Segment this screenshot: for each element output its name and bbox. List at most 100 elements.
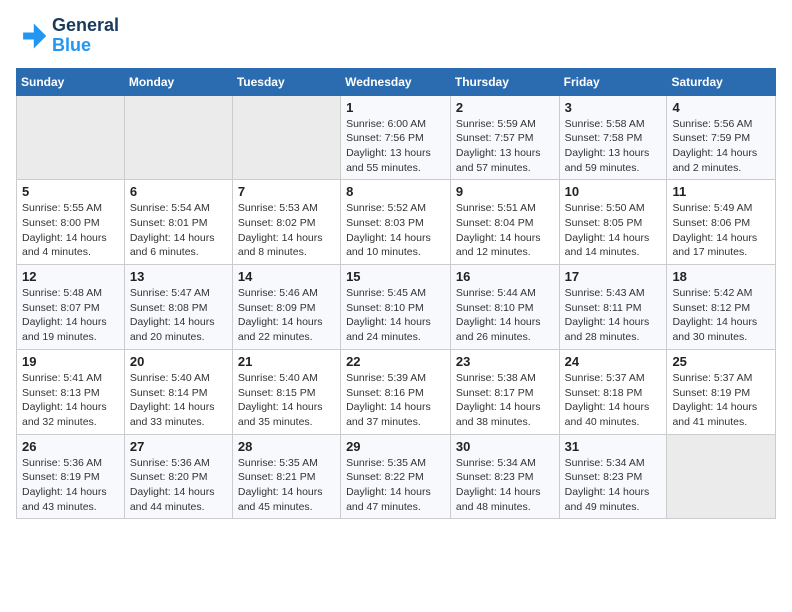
day-number: 26 <box>22 439 119 454</box>
day-info: Sunrise: 5:37 AMSunset: 8:18 PMDaylight:… <box>565 371 662 430</box>
calendar-cell: 27 Sunrise: 5:36 AMSunset: 8:20 PMDayligh… <box>124 434 232 519</box>
day-number: 19 <box>22 354 119 369</box>
weekday-header-sunday: Sunday <box>17 68 125 95</box>
page-header: General Blue <box>16 16 776 56</box>
calendar-cell: 12 Sunrise: 5:48 AMSunset: 8:07 PMDayligh… <box>17 265 125 350</box>
calendar-cell: 20Sunrise: 5:40 AMSunset: 8:14 PMDayligh… <box>124 349 232 434</box>
calendar-cell: 5 Sunrise: 5:55 AMSunset: 8:00 PMDaylight… <box>17 180 125 265</box>
day-info: Sunrise: 5:44 AMSunset: 8:10 PMDaylight:… <box>456 286 554 345</box>
day-number: 18 <box>672 269 770 284</box>
calendar-cell <box>124 95 232 180</box>
day-number: 12 <box>22 269 119 284</box>
calendar-cell: 28 Sunrise: 5:35 AMSunset: 8:21 PMDayligh… <box>232 434 340 519</box>
day-number: 30 <box>456 439 554 454</box>
day-number: 10 <box>565 184 662 199</box>
calendar-week-row: 5 Sunrise: 5:55 AMSunset: 8:00 PMDaylight… <box>17 180 776 265</box>
calendar-cell: 1Sunrise: 6:00 AMSunset: 7:56 PMDaylight… <box>341 95 451 180</box>
day-number: 29 <box>346 439 445 454</box>
day-number: 25 <box>672 354 770 369</box>
day-info: Sunrise: 5:40 AMSunset: 8:14 PMDaylight:… <box>130 371 227 430</box>
calendar-cell: 25 Sunrise: 5:37 AMSunset: 8:19 PMDayligh… <box>667 349 776 434</box>
day-info: Sunrise: 5:53 AMSunset: 8:02 PMDaylight:… <box>238 201 335 260</box>
day-info: Sunrise: 5:42 AMSunset: 8:12 PMDaylight:… <box>672 286 770 345</box>
day-number: 22 <box>346 354 445 369</box>
day-number: 27 <box>130 439 227 454</box>
calendar-cell: 14Sunrise: 5:46 AMSunset: 8:09 PMDayligh… <box>232 265 340 350</box>
day-info: Sunrise: 5:55 AMSunset: 8:00 PMDaylight:… <box>22 201 119 260</box>
calendar-cell <box>667 434 776 519</box>
day-number: 23 <box>456 354 554 369</box>
day-info: Sunrise: 5:49 AMSunset: 8:06 PMDaylight:… <box>672 201 770 260</box>
calendar-cell: 6 Sunrise: 5:54 AMSunset: 8:01 PMDaylight… <box>124 180 232 265</box>
day-number: 9 <box>456 184 554 199</box>
day-number: 2 <box>456 100 554 115</box>
day-info: Sunrise: 5:51 AMSunset: 8:04 PMDaylight:… <box>456 201 554 260</box>
weekday-header-tuesday: Tuesday <box>232 68 340 95</box>
calendar-cell: 21Sunrise: 5:40 AMSunset: 8:15 PMDayligh… <box>232 349 340 434</box>
day-info: Sunrise: 5:47 AMSunset: 8:08 PMDaylight:… <box>130 286 227 345</box>
day-number: 28 <box>238 439 335 454</box>
day-number: 11 <box>672 184 770 199</box>
weekday-header-monday: Monday <box>124 68 232 95</box>
calendar-cell: 29 Sunrise: 5:35 AMSunset: 8:22 PMDayligh… <box>341 434 451 519</box>
calendar-week-row: 12 Sunrise: 5:48 AMSunset: 8:07 PMDayligh… <box>17 265 776 350</box>
day-number: 15 <box>346 269 445 284</box>
day-info: Sunrise: 5:35 AMSunset: 8:21 PMDaylight:… <box>238 456 335 515</box>
day-info: Sunrise: 5:43 AMSunset: 8:11 PMDaylight:… <box>565 286 662 345</box>
day-number: 4 <box>672 100 770 115</box>
weekday-header-wednesday: Wednesday <box>341 68 451 95</box>
calendar-cell: 15 Sunrise: 5:45 AMSunset: 8:10 PMDayligh… <box>341 265 451 350</box>
calendar-cell: 26 Sunrise: 5:36 AMSunset: 8:19 PMDayligh… <box>17 434 125 519</box>
day-info: Sunrise: 5:59 AMSunset: 7:57 PMDaylight:… <box>456 117 554 176</box>
calendar-cell: 13 Sunrise: 5:47 AMSunset: 8:08 PMDayligh… <box>124 265 232 350</box>
day-number: 3 <box>565 100 662 115</box>
day-info: Sunrise: 5:39 AMSunset: 8:16 PMDaylight:… <box>346 371 445 430</box>
calendar-cell: 30Sunrise: 5:34 AMSunset: 8:23 PMDayligh… <box>450 434 559 519</box>
calendar-cell: 7 Sunrise: 5:53 AMSunset: 8:02 PMDaylight… <box>232 180 340 265</box>
calendar-table: SundayMondayTuesdayWednesdayThursdayFrid… <box>16 68 776 520</box>
day-info: Sunrise: 5:36 AMSunset: 8:19 PMDaylight:… <box>22 456 119 515</box>
day-info: Sunrise: 5:41 AMSunset: 8:13 PMDaylight:… <box>22 371 119 430</box>
calendar-week-row: 19 Sunrise: 5:41 AMSunset: 8:13 PMDayligh… <box>17 349 776 434</box>
day-number: 6 <box>130 184 227 199</box>
calendar-cell: 17 Sunrise: 5:43 AMSunset: 8:11 PMDayligh… <box>559 265 667 350</box>
calendar-week-row: 1Sunrise: 6:00 AMSunset: 7:56 PMDaylight… <box>17 95 776 180</box>
day-info: Sunrise: 5:37 AMSunset: 8:19 PMDaylight:… <box>672 371 770 430</box>
weekday-header-saturday: Saturday <box>667 68 776 95</box>
day-info: Sunrise: 5:54 AMSunset: 8:01 PMDaylight:… <box>130 201 227 260</box>
day-info: Sunrise: 5:58 AMSunset: 7:58 PMDaylight:… <box>565 117 662 176</box>
day-info: Sunrise: 5:35 AMSunset: 8:22 PMDaylight:… <box>346 456 445 515</box>
day-number: 24 <box>565 354 662 369</box>
day-info: Sunrise: 6:00 AMSunset: 7:56 PMDaylight:… <box>346 117 445 176</box>
calendar-cell <box>232 95 340 180</box>
calendar-week-row: 26 Sunrise: 5:36 AMSunset: 8:19 PMDayligh… <box>17 434 776 519</box>
calendar-cell: 2 Sunrise: 5:59 AMSunset: 7:57 PMDaylight… <box>450 95 559 180</box>
calendar-cell: 22 Sunrise: 5:39 AMSunset: 8:16 PMDayligh… <box>341 349 451 434</box>
day-number: 13 <box>130 269 227 284</box>
day-number: 17 <box>565 269 662 284</box>
day-info: Sunrise: 5:48 AMSunset: 8:07 PMDaylight:… <box>22 286 119 345</box>
logo-icon <box>16 20 48 52</box>
calendar-cell: 16 Sunrise: 5:44 AMSunset: 8:10 PMDayligh… <box>450 265 559 350</box>
calendar-cell: 18 Sunrise: 5:42 AMSunset: 8:12 PMDayligh… <box>667 265 776 350</box>
day-info: Sunrise: 5:34 AMSunset: 8:23 PMDaylight:… <box>565 456 662 515</box>
day-info: Sunrise: 5:45 AMSunset: 8:10 PMDaylight:… <box>346 286 445 345</box>
calendar-cell: 10Sunrise: 5:50 AMSunset: 8:05 PMDayligh… <box>559 180 667 265</box>
calendar-cell: 24 Sunrise: 5:37 AMSunset: 8:18 PMDayligh… <box>559 349 667 434</box>
day-number: 21 <box>238 354 335 369</box>
logo-text: General Blue <box>52 16 119 56</box>
calendar-cell: 3 Sunrise: 5:58 AMSunset: 7:58 PMDaylight… <box>559 95 667 180</box>
calendar-cell: 9 Sunrise: 5:51 AMSunset: 8:04 PMDaylight… <box>450 180 559 265</box>
day-info: Sunrise: 5:36 AMSunset: 8:20 PMDaylight:… <box>130 456 227 515</box>
day-number: 5 <box>22 184 119 199</box>
calendar-cell: 19 Sunrise: 5:41 AMSunset: 8:13 PMDayligh… <box>17 349 125 434</box>
weekday-header-thursday: Thursday <box>450 68 559 95</box>
day-info: Sunrise: 5:56 AMSunset: 7:59 PMDaylight:… <box>672 117 770 176</box>
day-number: 16 <box>456 269 554 284</box>
calendar-cell: 31Sunrise: 5:34 AMSunset: 8:23 PMDayligh… <box>559 434 667 519</box>
day-number: 14 <box>238 269 335 284</box>
calendar-cell <box>17 95 125 180</box>
calendar-cell: 23Sunrise: 5:38 AMSunset: 8:17 PMDayligh… <box>450 349 559 434</box>
weekday-header-friday: Friday <box>559 68 667 95</box>
day-number: 7 <box>238 184 335 199</box>
